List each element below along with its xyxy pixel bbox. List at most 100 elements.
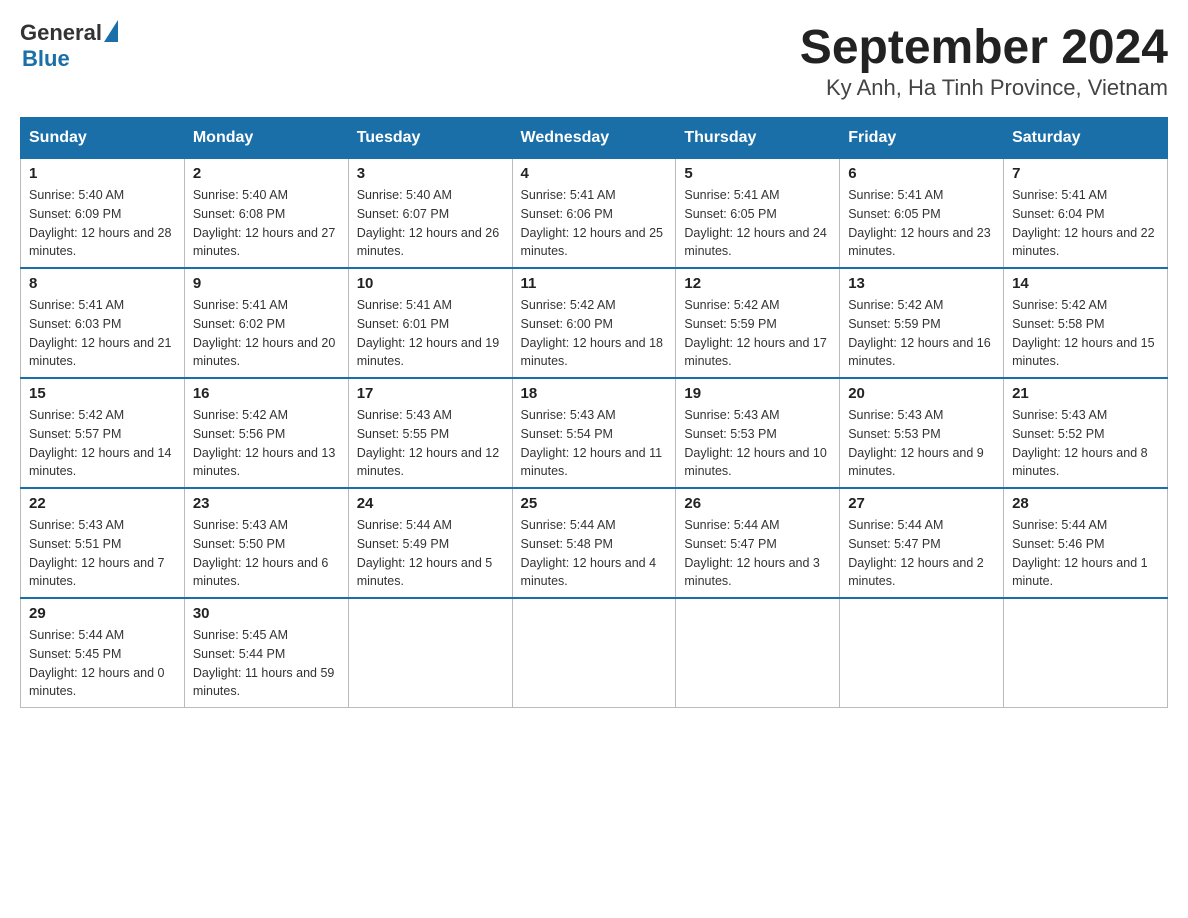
calendar-cell	[840, 598, 1004, 708]
calendar-cell: 4Sunrise: 5:41 AMSunset: 6:06 PMDaylight…	[512, 158, 676, 268]
day-number: 21	[1012, 385, 1159, 402]
day-number: 27	[848, 495, 995, 512]
day-info: Sunrise: 5:43 AMSunset: 5:54 PMDaylight:…	[521, 406, 668, 481]
day-info: Sunrise: 5:41 AMSunset: 6:05 PMDaylight:…	[684, 186, 831, 261]
calendar-cell: 23Sunrise: 5:43 AMSunset: 5:50 PMDayligh…	[184, 488, 348, 598]
day-number: 28	[1012, 495, 1159, 512]
day-number: 19	[684, 385, 831, 402]
calendar-cell: 3 Sunrise: 5:40 AMSunset: 6:07 PMDaylight…	[348, 158, 512, 268]
calendar-cell: 5 Sunrise: 5:41 AMSunset: 6:05 PMDaylight…	[676, 158, 840, 268]
calendar-cell: 7 Sunrise: 5:41 AMSunset: 6:04 PMDaylight…	[1004, 158, 1168, 268]
day-number: 16	[193, 385, 340, 402]
day-info: Sunrise: 5:44 AMSunset: 5:47 PMDaylight:…	[684, 516, 831, 591]
day-number: 8	[29, 275, 176, 292]
header-sunday: Sunday	[21, 118, 185, 158]
calendar-cell	[1004, 598, 1168, 708]
week-row-3: 15 Sunrise: 5:42 AMSunset: 5:57 PMDayligh…	[21, 378, 1168, 488]
week-row-5: 29Sunrise: 5:44 AMSunset: 5:45 PMDayligh…	[21, 598, 1168, 708]
calendar-cell: 22 Sunrise: 5:43 AMSunset: 5:51 PMDayligh…	[21, 488, 185, 598]
day-info: Sunrise: 5:44 AMSunset: 5:46 PMDaylight:…	[1012, 516, 1159, 591]
day-info: Sunrise: 5:41 AMSunset: 6:04 PMDaylight:…	[1012, 186, 1159, 261]
day-info: Sunrise: 5:41 AMSunset: 6:06 PMDaylight:…	[521, 186, 668, 261]
day-number: 13	[848, 275, 995, 292]
day-info: Sunrise: 5:41 AMSunset: 6:05 PMDaylight:…	[848, 186, 995, 261]
day-number: 26	[684, 495, 831, 512]
day-info: Sunrise: 5:44 AMSunset: 5:49 PMDaylight:…	[357, 516, 504, 591]
day-info: Sunrise: 5:44 AMSunset: 5:48 PMDaylight:…	[521, 516, 668, 591]
calendar-cell: 13 Sunrise: 5:42 AMSunset: 5:59 PMDayligh…	[840, 268, 1004, 378]
page-header: General Blue September 2024 Ky Anh, Ha T…	[20, 20, 1168, 101]
day-info: Sunrise: 5:40 AMSunset: 6:08 PMDaylight:…	[193, 186, 340, 261]
calendar-cell: 15 Sunrise: 5:42 AMSunset: 5:57 PMDayligh…	[21, 378, 185, 488]
day-info: Sunrise: 5:40 AMSunset: 6:07 PMDaylight:…	[357, 186, 504, 261]
calendar-subtitle: Ky Anh, Ha Tinh Province, Vietnam	[800, 75, 1168, 101]
day-number: 12	[684, 275, 831, 292]
calendar-cell	[512, 598, 676, 708]
day-info: Sunrise: 5:43 AMSunset: 5:55 PMDaylight:…	[357, 406, 504, 481]
day-number: 30	[193, 605, 340, 622]
day-info: Sunrise: 5:43 AMSunset: 5:50 PMDaylight:…	[193, 516, 340, 591]
day-info: Sunrise: 5:43 AMSunset: 5:51 PMDaylight:…	[29, 516, 176, 591]
day-info: Sunrise: 5:42 AMSunset: 5:58 PMDaylight:…	[1012, 296, 1159, 371]
day-info: Sunrise: 5:44 AMSunset: 5:45 PMDaylight:…	[29, 626, 176, 701]
calendar-cell	[676, 598, 840, 708]
header-thursday: Thursday	[676, 118, 840, 158]
day-info: Sunrise: 5:42 AMSunset: 5:56 PMDaylight:…	[193, 406, 340, 481]
header-tuesday: Tuesday	[348, 118, 512, 158]
day-info: Sunrise: 5:43 AMSunset: 5:53 PMDaylight:…	[848, 406, 995, 481]
day-number: 5	[684, 165, 831, 182]
calendar-cell: 17 Sunrise: 5:43 AMSunset: 5:55 PMDayligh…	[348, 378, 512, 488]
week-row-4: 22 Sunrise: 5:43 AMSunset: 5:51 PMDayligh…	[21, 488, 1168, 598]
day-info: Sunrise: 5:41 AMSunset: 6:02 PMDaylight:…	[193, 296, 340, 371]
calendar-cell: 11 Sunrise: 5:42 AMSunset: 6:00 PMDayligh…	[512, 268, 676, 378]
day-info: Sunrise: 5:42 AMSunset: 5:57 PMDaylight:…	[29, 406, 176, 481]
calendar-header-row: SundayMondayTuesdayWednesdayThursdayFrid…	[21, 118, 1168, 158]
calendar-cell: 1Sunrise: 5:40 AMSunset: 6:09 PMDaylight…	[21, 158, 185, 268]
day-number: 14	[1012, 275, 1159, 292]
logo: General Blue	[20, 20, 118, 72]
calendar-cell: 28 Sunrise: 5:44 AMSunset: 5:46 PMDayligh…	[1004, 488, 1168, 598]
day-number: 3	[357, 165, 504, 182]
day-info: Sunrise: 5:43 AMSunset: 5:53 PMDaylight:…	[684, 406, 831, 481]
day-number: 22	[29, 495, 176, 512]
day-info: Sunrise: 5:44 AMSunset: 5:47 PMDaylight:…	[848, 516, 995, 591]
calendar-cell: 2 Sunrise: 5:40 AMSunset: 6:08 PMDaylight…	[184, 158, 348, 268]
week-row-2: 8 Sunrise: 5:41 AMSunset: 6:03 PMDaylight…	[21, 268, 1168, 378]
day-info: Sunrise: 5:42 AMSunset: 5:59 PMDaylight:…	[848, 296, 995, 371]
calendar-cell: 29Sunrise: 5:44 AMSunset: 5:45 PMDayligh…	[21, 598, 185, 708]
calendar-cell	[348, 598, 512, 708]
day-info: Sunrise: 5:42 AMSunset: 6:00 PMDaylight:…	[521, 296, 668, 371]
calendar-cell: 14 Sunrise: 5:42 AMSunset: 5:58 PMDayligh…	[1004, 268, 1168, 378]
header-friday: Friday	[840, 118, 1004, 158]
day-info: Sunrise: 5:42 AMSunset: 5:59 PMDaylight:…	[684, 296, 831, 371]
logo-general-text: General	[20, 20, 102, 46]
day-number: 20	[848, 385, 995, 402]
day-number: 1	[29, 165, 176, 182]
calendar-cell: 25 Sunrise: 5:44 AMSunset: 5:48 PMDayligh…	[512, 488, 676, 598]
day-number: 15	[29, 385, 176, 402]
header-saturday: Saturday	[1004, 118, 1168, 158]
calendar-cell: 12 Sunrise: 5:42 AMSunset: 5:59 PMDayligh…	[676, 268, 840, 378]
calendar-cell: 8 Sunrise: 5:41 AMSunset: 6:03 PMDaylight…	[21, 268, 185, 378]
day-number: 2	[193, 165, 340, 182]
calendar-cell: 20 Sunrise: 5:43 AMSunset: 5:53 PMDayligh…	[840, 378, 1004, 488]
day-info: Sunrise: 5:43 AMSunset: 5:52 PMDaylight:…	[1012, 406, 1159, 481]
calendar-cell: 26 Sunrise: 5:44 AMSunset: 5:47 PMDayligh…	[676, 488, 840, 598]
day-number: 6	[848, 165, 995, 182]
calendar-cell: 30 Sunrise: 5:45 AMSunset: 5:44 PMDayligh…	[184, 598, 348, 708]
day-number: 17	[357, 385, 504, 402]
day-info: Sunrise: 5:45 AMSunset: 5:44 PMDaylight:…	[193, 626, 340, 701]
header-monday: Monday	[184, 118, 348, 158]
header-wednesday: Wednesday	[512, 118, 676, 158]
calendar-cell: 10Sunrise: 5:41 AMSunset: 6:01 PMDayligh…	[348, 268, 512, 378]
day-number: 7	[1012, 165, 1159, 182]
day-info: Sunrise: 5:41 AMSunset: 6:03 PMDaylight:…	[29, 296, 176, 371]
day-number: 25	[521, 495, 668, 512]
day-number: 18	[521, 385, 668, 402]
logo-triangle-icon	[104, 20, 118, 42]
title-block: September 2024 Ky Anh, Ha Tinh Province,…	[800, 20, 1168, 101]
day-number: 11	[521, 275, 668, 292]
calendar-table: SundayMondayTuesdayWednesdayThursdayFrid…	[20, 117, 1168, 708]
calendar-cell: 9Sunrise: 5:41 AMSunset: 6:02 PMDaylight…	[184, 268, 348, 378]
day-number: 24	[357, 495, 504, 512]
